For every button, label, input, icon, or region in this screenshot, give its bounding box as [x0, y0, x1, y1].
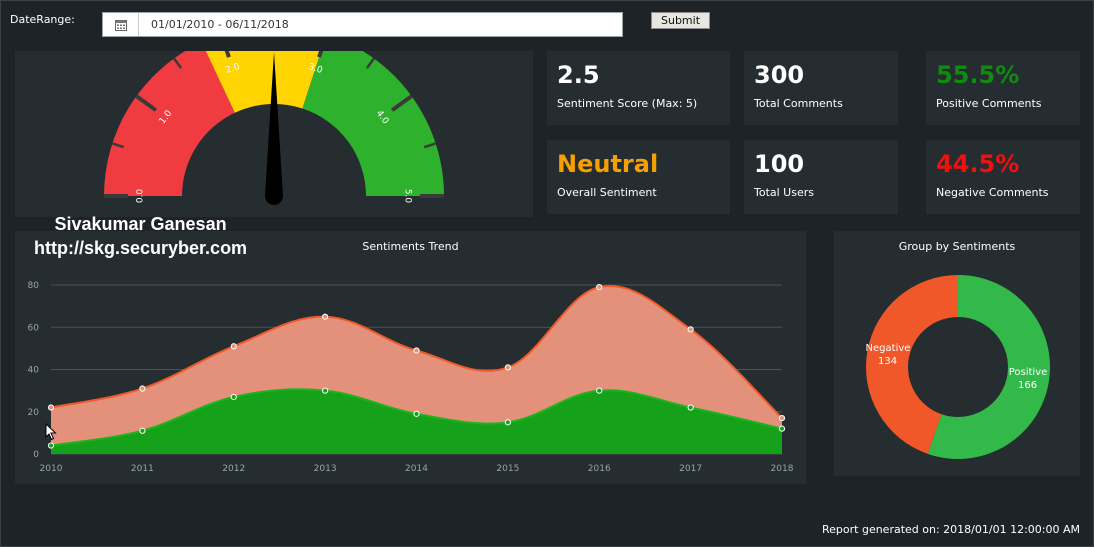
- kpi-card-sentiment-score: 2.5 Sentiment Score (Max: 5): [547, 51, 730, 125]
- series-0-point: [139, 385, 146, 392]
- series-1-point: [413, 410, 420, 417]
- series-0-point: [413, 347, 420, 354]
- author-watermark: Sivakumar Ganesan http://skg.securyber.c…: [34, 212, 247, 260]
- sentiments-trend-panel: Sentiments Trend 0 20 40 60 80 2010 2011 2012 20…: [15, 231, 806, 484]
- series-0-point: [230, 343, 237, 350]
- total-users-label: Total Users: [754, 186, 814, 199]
- positive-comments-value: 55.5%: [936, 61, 1020, 89]
- series-0-point: [47, 404, 55, 411]
- positive-comments-label: Positive Comments: [936, 97, 1042, 110]
- mouse-cursor-icon: [45, 423, 57, 441]
- sentiments-trend-chart: 0 20 40 60 80 2010 2011 2012 2013 2014 2015 2016 201…: [28, 281, 794, 474]
- gauge-panel: 0.0 1.0 2.0 3.0 4.0 5.0: [15, 51, 533, 217]
- kpi-card-total-users: 100 Total Users: [744, 140, 898, 214]
- x-tick-label: 2012: [222, 464, 245, 474]
- donut-value-positive: 166: [1018, 380, 1037, 391]
- y-tick-label: 20: [28, 408, 40, 418]
- sentiment-gauge: 0.01.02.0 3.04.05.0: [104, 51, 444, 205]
- group-by-sentiments-panel: Group by Sentiments Positive 166 Negative 1…: [834, 231, 1080, 476]
- group-by-sentiments-chart: Positive 166 Negative 134: [866, 275, 1050, 459]
- x-tick-label: 2011: [131, 464, 154, 474]
- author-url: http://skg.securyber.com: [34, 238, 248, 258]
- date-range-label: DateRange:: [10, 13, 75, 26]
- gauge-tick-label: 0.0: [136, 189, 146, 204]
- kpi-card-total-comments: 300 Total Comments: [744, 51, 898, 125]
- donut-label-positive: Positive: [1009, 367, 1048, 378]
- series-1-point: [504, 419, 511, 426]
- x-tick-label: 2015: [496, 464, 519, 474]
- sentiment-score-label: Sentiment Score (Max: 5): [557, 97, 698, 110]
- x-tick-label: 2013: [314, 464, 337, 474]
- y-tick-label: 0: [33, 450, 39, 460]
- x-tick-label: 2010: [40, 464, 63, 474]
- series-1-point: [778, 425, 786, 432]
- x-tick-label: 2016: [588, 464, 611, 474]
- calendar-icon[interactable]: [103, 13, 139, 36]
- kpi-card-overall-sentiment: Neutral Overall Sentiment: [547, 140, 730, 214]
- series-0-point: [596, 284, 603, 291]
- overall-sentiment-value: Neutral: [557, 150, 659, 178]
- series-0-point: [687, 326, 694, 333]
- gauge-band-2: [302, 51, 444, 196]
- date-range-value: 01/01/2010 - 06/11/2018: [151, 18, 289, 31]
- series-1-point: [687, 404, 694, 411]
- series-1-point: [596, 387, 603, 394]
- gauge-band-0: [104, 51, 235, 196]
- total-comments-value: 300: [754, 61, 805, 89]
- y-tick-label: 60: [28, 323, 40, 333]
- submit-button[interactable]: Submit: [651, 12, 710, 29]
- date-range-input[interactable]: 01/01/2010 - 06/11/2018: [102, 12, 623, 37]
- x-tick-label: 2014: [405, 464, 428, 474]
- author-name: Sivakumar Ganesan: [54, 214, 227, 234]
- series-0-point: [778, 414, 786, 422]
- series-0-point: [504, 364, 511, 371]
- negative-comments-label: Negative Comments: [936, 186, 1049, 199]
- x-tick-label: 2017: [679, 464, 702, 474]
- series-1-point: [47, 442, 55, 449]
- gauge-needle-hub: [265, 187, 283, 205]
- series-0-point: [322, 313, 329, 320]
- x-tick-label: 2018: [771, 464, 794, 474]
- donut-value-negative: 134: [878, 356, 897, 367]
- total-users-value: 100: [754, 150, 805, 178]
- report-generated-text: Report generated on: 2018/01/01 12:00:00…: [822, 523, 1080, 536]
- y-tick-label: 40: [28, 366, 40, 376]
- donut-label-negative: Negative: [866, 343, 911, 354]
- kpi-card-positive-comments: 55.5% Positive Comments: [926, 51, 1080, 125]
- total-comments-label: Total Comments: [754, 97, 843, 110]
- negative-comments-value: 44.5%: [936, 150, 1020, 178]
- sentiment-score-value: 2.5: [557, 61, 600, 89]
- y-tick-label: 80: [28, 281, 40, 291]
- kpi-card-negative-comments: 44.5% Negative Comments: [926, 140, 1080, 214]
- overall-sentiment-label: Overall Sentiment: [557, 186, 657, 199]
- series-1-point: [322, 387, 329, 394]
- gauge-tick-label: 5.0: [403, 189, 413, 204]
- series-1-point: [139, 427, 146, 434]
- series-1-point: [230, 393, 237, 401]
